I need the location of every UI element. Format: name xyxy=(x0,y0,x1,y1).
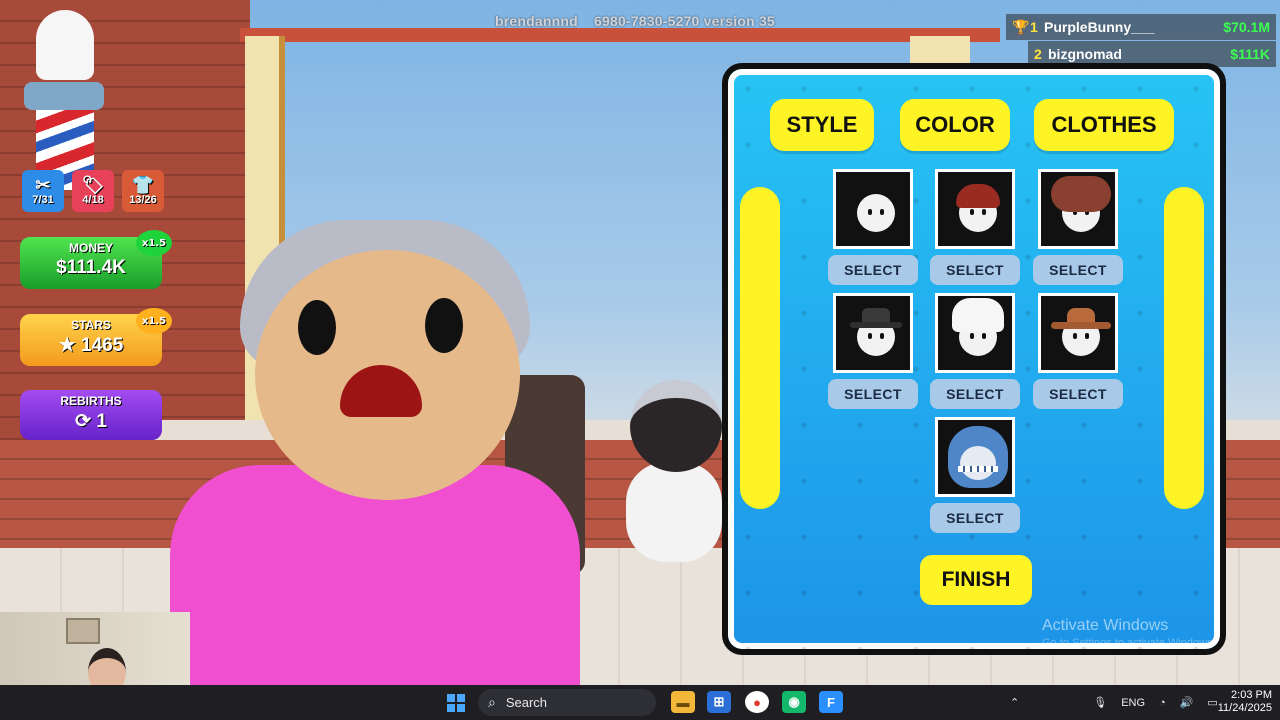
search-placeholder: Search xyxy=(505,695,548,710)
clock-date: 11/24/2025 xyxy=(1217,702,1272,714)
money-value: $111.4K xyxy=(56,257,126,278)
item-thumbnail[interactable] xyxy=(833,293,913,373)
select-button[interactable]: SELECT xyxy=(1033,379,1123,409)
window-pillar-right xyxy=(910,36,970,66)
item-curly-hair: SELECT xyxy=(1033,169,1123,285)
select-button[interactable]: SELECT xyxy=(1033,255,1123,285)
item-fedora-hat: SELECT xyxy=(828,293,918,409)
npc-customer-head xyxy=(630,380,722,472)
tag-counter[interactable]: 🏷 4/18 xyxy=(72,170,114,212)
rebirth-icon: ⟳ xyxy=(75,411,92,432)
wifi-icon[interactable]: ◔ xyxy=(1159,697,1166,709)
item-chef-hat: SELECT xyxy=(930,293,1020,409)
taskbar-search[interactable]: ⌕ Search xyxy=(478,689,656,716)
chrome-icon[interactable]: ● xyxy=(745,691,769,713)
haircut-count: 7/31 xyxy=(32,194,54,206)
leaderboard-rank: 2 xyxy=(1034,46,1042,62)
stars-multiplier-badge: x1.5 xyxy=(136,308,172,334)
item-cowboy-hat: SELECT xyxy=(1033,293,1123,409)
item-thumbnail[interactable] xyxy=(935,169,1015,249)
watermark-title: Activate Windows xyxy=(1042,617,1169,634)
customer-left-eye xyxy=(298,300,336,355)
leaderboard-name: bizgnomad xyxy=(1048,46,1122,62)
select-button[interactable]: SELECT xyxy=(828,379,918,409)
server-info: brendannnd 6980-7830-5270 version 35 xyxy=(495,13,775,29)
watermark-subtitle: Go to Settings to activate Windows. xyxy=(1042,637,1216,649)
npc-customer-body xyxy=(626,462,722,562)
money-multiplier-badge: x1.5 xyxy=(136,230,172,256)
cowboy-hat-icon xyxy=(1051,308,1111,330)
leaderboard-row: 🏆 1 PurpleBunny___ $70.1M xyxy=(1006,14,1276,40)
scroll-bar-right[interactable] xyxy=(1164,187,1204,509)
system-tray: ⌃ 🎙 ENG ◔ 🔊 ▭ xyxy=(1010,685,1218,720)
leaderboard-value: $111K xyxy=(1230,46,1270,62)
item-thumbnail[interactable] xyxy=(1038,169,1118,249)
trophy-icon: 🏆 xyxy=(1012,18,1030,35)
volume-icon[interactable]: 🔊 xyxy=(1180,696,1194,709)
item-red-hair: SELECT xyxy=(930,169,1020,285)
rebirths-label: REBIRTHS xyxy=(60,394,122,408)
leaderboard-name: PurpleBunny___ xyxy=(1044,19,1155,35)
wall-picture xyxy=(66,618,100,644)
finish-button[interactable]: FINISH xyxy=(920,555,1032,605)
fortnite-icon[interactable]: F xyxy=(819,691,843,713)
item-thumbnail[interactable] xyxy=(935,417,1015,497)
progress-counters: ✂ 7/31 🏷 4/18 👕 13/26 xyxy=(22,170,164,212)
chef-hat-icon xyxy=(952,298,1004,332)
app-icon[interactable]: ◉ xyxy=(782,691,806,713)
item-plain: SELECT xyxy=(828,169,918,285)
tag-count: 4/18 xyxy=(82,194,104,206)
username-label: brendannnd xyxy=(495,13,578,29)
microphone-icon[interactable]: 🎙 xyxy=(1093,696,1107,709)
file-explorer-icon[interactable]: ▬ xyxy=(671,691,695,713)
language-indicator[interactable]: ENG xyxy=(1121,697,1145,709)
item-shark-hat: SELECT xyxy=(930,417,1020,533)
leaderboard-value: $70.1M xyxy=(1223,19,1270,35)
clothes-count: 13/26 xyxy=(129,194,157,206)
barber-pole xyxy=(24,10,104,190)
shark-hat-icon xyxy=(948,426,1008,488)
fedora-hat-icon xyxy=(850,308,902,330)
chevron-up-icon[interactable]: ⌃ xyxy=(1010,696,1019,709)
item-thumbnail[interactable] xyxy=(833,169,913,249)
select-button[interactable]: SELECT xyxy=(930,379,1020,409)
scroll-bar-left[interactable] xyxy=(740,187,780,509)
tag-icon: 🏷 xyxy=(81,175,105,195)
clock-time: 2:03 PM xyxy=(1231,689,1272,701)
rebirths-value-row: ⟳ 1 xyxy=(20,410,162,433)
tab-color[interactable]: COLOR xyxy=(900,99,1010,151)
curly-hair-icon xyxy=(1051,176,1111,212)
battery-icon[interactable]: ▭ xyxy=(1207,696,1217,709)
leaderboard: 🏆 1 PurpleBunny___ $70.1M 2 bizgnomad $1… xyxy=(1006,14,1276,68)
leaderboard-rank: 1 xyxy=(1030,19,1038,35)
store-icon[interactable]: ⊞ xyxy=(707,691,731,713)
windows-taskbar: ⌕ Search ▬ ⊞ ● ◉ F ⌃ 🎙 ENG ◔ 🔊 ▭ 2:03 PM… xyxy=(0,685,1280,720)
rebirths-panel[interactable]: REBIRTHS ⟳ 1 xyxy=(20,390,162,440)
haircut-counter[interactable]: ✂ 7/31 xyxy=(22,170,64,212)
shirt-icon: 👕 xyxy=(131,175,155,195)
select-button[interactable]: SELECT xyxy=(828,255,918,285)
rebirths-value: 1 xyxy=(96,411,107,432)
stars-value: ★ 1465 xyxy=(58,335,124,356)
clothes-counter[interactable]: 👕 13/26 xyxy=(122,170,164,212)
item-thumbnail[interactable] xyxy=(1038,293,1118,373)
select-button[interactable]: SELECT xyxy=(930,255,1020,285)
tab-clothes[interactable]: CLOTHES xyxy=(1034,99,1174,151)
activate-windows-watermark: Activate Windows Go to Settings to activ… xyxy=(1042,617,1216,649)
search-icon: ⌕ xyxy=(488,694,496,710)
server-code-label: 6980-7830-5270 version 35 xyxy=(593,13,775,29)
customer-right-eye xyxy=(425,298,463,353)
tab-style[interactable]: STYLE xyxy=(770,99,874,151)
taskbar-clock[interactable]: 2:03 PM 11/24/2025 xyxy=(1218,689,1272,715)
scissors-icon: ✂ xyxy=(35,175,51,195)
item-thumbnail[interactable] xyxy=(935,293,1015,373)
window-frame xyxy=(240,28,1000,42)
customization-panel: STYLE COLOR CLOTHES SELECT SELECT SELECT… xyxy=(722,63,1226,655)
select-button[interactable]: SELECT xyxy=(930,503,1020,533)
red-hair-icon xyxy=(956,184,1000,208)
windows-start-icon[interactable] xyxy=(447,694,465,712)
